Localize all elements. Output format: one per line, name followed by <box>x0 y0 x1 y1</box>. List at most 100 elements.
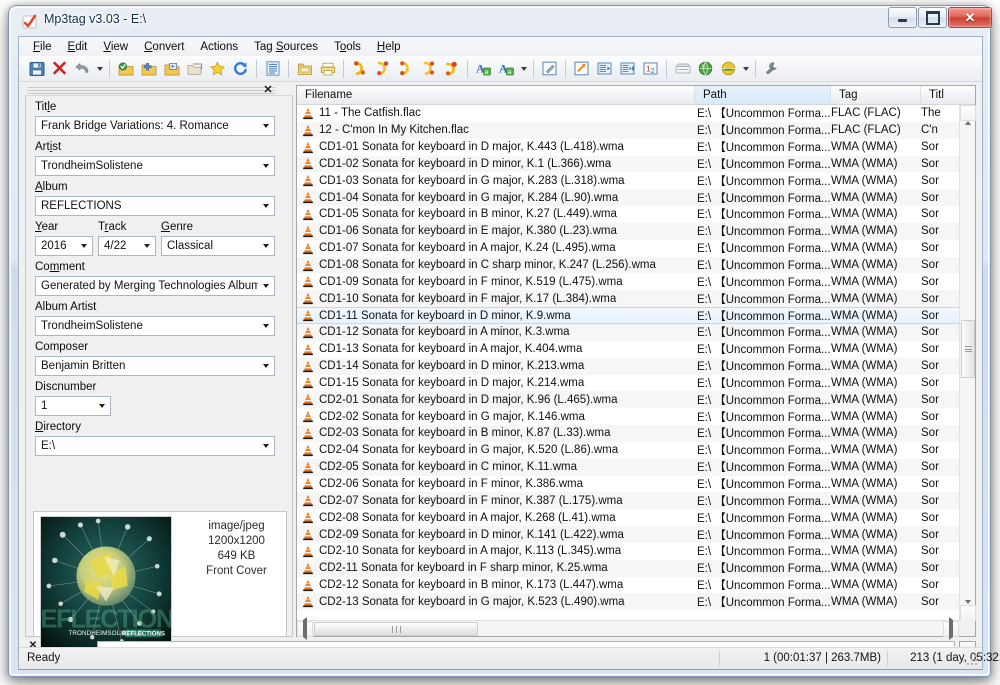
table-row[interactable]: 11 - The Catfish.flacE:\ 【Uncommon Forma… <box>297 105 959 122</box>
filename-to-tag-icon[interactable] <box>371 58 394 80</box>
column-header-path[interactable]: Path <box>695 86 831 104</box>
table-row[interactable]: CD2-07 Sonata for keyboard in F minor, K… <box>297 492 959 509</box>
print-icon[interactable] <box>316 58 339 80</box>
table-row[interactable]: CD1-03 Sonata for keyboard in G major, K… <box>297 172 959 189</box>
table-row[interactable]: CD2-13 Sonata for keyboard in G major, K… <box>297 593 959 610</box>
menu-edit[interactable]: Edit <box>60 39 96 55</box>
scroll-up-button[interactable] <box>960 105 976 121</box>
table-row[interactable]: CD2-06 Sonata for keyboard in F minor, K… <box>297 476 959 493</box>
table-row[interactable]: CD2-09 Sonata for keyboard in D minor, K… <box>297 526 959 543</box>
add-files-icon[interactable] <box>160 58 183 80</box>
genre-field[interactable]: Classical <box>161 236 275 256</box>
chevron-down-icon[interactable] <box>258 437 274 455</box>
remove-files-icon[interactable] <box>183 58 206 80</box>
chevron-down-icon[interactable] <box>258 237 274 255</box>
title-bar[interactable]: Mp3tag v3.03 - E:\ ✕ <box>9 6 992 36</box>
undo-icon[interactable] <box>71 58 94 80</box>
chevron-down-icon[interactable] <box>76 237 92 255</box>
horizontal-scroll-thumb[interactable] <box>314 622 478 636</box>
scroll-left-button[interactable] <box>297 621 313 637</box>
table-row[interactable]: CD1-02 Sonata for keyboard in D minor, K… <box>297 156 959 173</box>
album-field[interactable]: REFLECTIONS <box>35 196 275 216</box>
actions-dropdown-icon[interactable] <box>518 58 529 80</box>
table-row[interactable]: CD2-04 Sonata for keyboard in G major, K… <box>297 442 959 459</box>
album-artist-field[interactable]: TrondheimSolistene <box>35 316 275 336</box>
table-row[interactable]: CD1-08 Sonata for keyboard in C sharp mi… <box>297 257 959 274</box>
menu-tools[interactable]: Tools <box>326 39 369 55</box>
table-row[interactable]: CD2-03 Sonata for keyboard in B minor, K… <box>297 425 959 442</box>
table-row[interactable]: CD1-05 Sonata for keyboard in B minor, K… <box>297 206 959 223</box>
menu-file[interactable]: File <box>25 39 60 55</box>
resize-grip[interactable] <box>967 655 979 667</box>
save-icon[interactable] <box>25 58 48 80</box>
scroll-down-button[interactable] <box>960 605 976 621</box>
menu-actions[interactable]: Actions <box>192 39 246 55</box>
chevron-down-icon[interactable] <box>258 117 274 135</box>
tag-sources-dropdown-icon[interactable] <box>740 58 751 80</box>
chevron-down-icon[interactable] <box>258 197 274 215</box>
menu-help[interactable]: Help <box>369 39 409 55</box>
refresh-icon[interactable] <box>229 58 252 80</box>
maximize-button[interactable] <box>918 7 947 28</box>
composer-field[interactable]: Benjamin Britten <box>35 356 275 376</box>
table-row[interactable]: CD2-11 Sonata for keyboard in F sharp mi… <box>297 560 959 577</box>
menu-tag-sources[interactable]: Tag Sources <box>246 39 326 55</box>
table-row[interactable]: CD1-07 Sonata for keyboard in A major, K… <box>297 240 959 257</box>
table-row[interactable]: CD2-01 Sonata for keyboard in D major, K… <box>297 391 959 408</box>
filename-to-filename-icon[interactable] <box>394 58 417 80</box>
options-icon[interactable] <box>760 58 783 80</box>
year-field[interactable]: 2016 <box>35 236 93 256</box>
freedb-icon[interactable] <box>694 58 717 80</box>
column-header-filename[interactable]: Filename <box>297 86 695 104</box>
table-row[interactable]: CD2-12 Sonata for keyboard in B minor, K… <box>297 577 959 594</box>
remove-tag-icon[interactable] <box>48 58 71 80</box>
comment-field[interactable]: Generated by Merging Technologies Album … <box>35 276 275 296</box>
table-row[interactable]: CD1-06 Sonata for keyboard in E major, K… <box>297 223 959 240</box>
artwork-panel[interactable]: REFLECTIONS TRONDHEIMSOLISTENE REFLECTIO… <box>33 511 287 637</box>
table-row[interactable]: CD2-02 Sonata for keyboard in G major, K… <box>297 408 959 425</box>
album-cover-image[interactable]: REFLECTIONS TRONDHEIMSOLISTENE REFLECTIO… <box>40 516 172 652</box>
add-directory-icon[interactable] <box>137 58 160 80</box>
minimize-button[interactable] <box>888 7 917 28</box>
column-header-title[interactable]: Titl <box>921 86 975 104</box>
track-field[interactable]: 4/22 <box>98 236 156 256</box>
chevron-down-icon[interactable] <box>94 397 110 415</box>
table-row[interactable]: CD1-15 Sonata for keyboard in D major, K… <box>297 375 959 392</box>
table-row[interactable]: CD1-13 Sonata for keyboard in A major, K… <box>297 341 959 358</box>
vertical-scroll-thumb[interactable] <box>961 320 975 378</box>
table-row[interactable]: CD2-05 Sonata for keyboard in C minor, K… <box>297 459 959 476</box>
title-field[interactable]: Frank Bridge Variations: 4. Romance <box>35 116 275 136</box>
chevron-down-icon[interactable] <box>258 277 274 295</box>
table-row[interactable]: CD1-14 Sonata for keyboard in D minor, K… <box>297 358 959 375</box>
tag-sources-icon[interactable] <box>717 58 740 80</box>
tag-to-filename-icon[interactable] <box>348 58 371 80</box>
discogs-icon[interactable] <box>671 58 694 80</box>
column-header-tag[interactable]: Tag <box>831 86 921 104</box>
file-list-horizontal-scrollbar[interactable] <box>297 620 959 636</box>
chevron-down-icon[interactable] <box>258 357 274 375</box>
chevron-down-icon[interactable] <box>139 237 155 255</box>
tag-panel-grip[interactable]: ✕ <box>25 85 277 95</box>
undo-dropdown-icon[interactable] <box>94 58 105 80</box>
table-row[interactable]: CD1-11 Sonata for keyboard in D minor, K… <box>297 307 959 324</box>
file-list-vertical-scrollbar[interactable] <box>959 105 975 621</box>
directory-field[interactable]: E:\ <box>35 436 275 456</box>
edit-tag-icon[interactable] <box>538 58 561 80</box>
chevron-down-icon[interactable] <box>258 157 274 175</box>
table-row[interactable]: CD1-10 Sonata for keyboard in F major, K… <box>297 290 959 307</box>
artist-field[interactable]: TrondheimSolistene <box>35 156 275 176</box>
close-button[interactable]: ✕ <box>948 7 992 28</box>
menu-convert[interactable]: Convert <box>136 39 192 55</box>
mp3gain-open-icon[interactable] <box>293 58 316 80</box>
filename-list-icon[interactable] <box>261 58 284 80</box>
table-row[interactable]: CD1-04 Sonata for keyboard in G major, K… <box>297 189 959 206</box>
actions-quick-icon[interactable]: A a <box>495 58 518 80</box>
playlist-icon[interactable] <box>593 58 616 80</box>
table-row[interactable]: CD1-12 Sonata for keyboard in A minor, K… <box>297 324 959 341</box>
table-row[interactable]: 12 - C'mon In My Kitchen.flacE:\ 【Uncomm… <box>297 122 959 139</box>
table-row[interactable]: CD2-08 Sonata for keyboard in A major, K… <box>297 509 959 526</box>
playlist-all-icon[interactable] <box>616 58 639 80</box>
file-list-body[interactable]: 11 - The Catfish.flacE:\ 【Uncommon Forma… <box>297 105 959 621</box>
tag-to-tag-icon[interactable] <box>417 58 440 80</box>
menu-view[interactable]: View <box>95 39 136 55</box>
